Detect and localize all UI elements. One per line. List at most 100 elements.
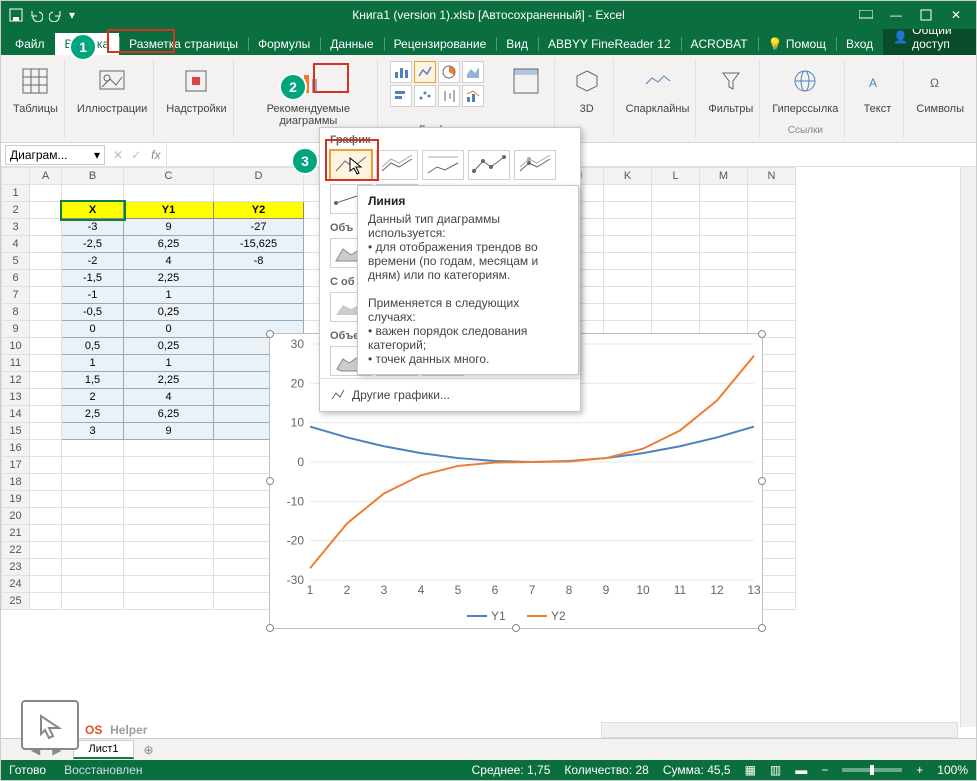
fx-icon[interactable]: fx — [151, 148, 160, 162]
col-header[interactable]: L — [652, 168, 700, 185]
row-header[interactable]: 4 — [2, 236, 30, 253]
zoom-out-icon[interactable]: − — [821, 763, 828, 777]
col-header[interactable]: B — [62, 168, 124, 185]
cell[interactable] — [30, 508, 62, 525]
zoom-level[interactable]: 100% — [937, 763, 968, 777]
cell[interactable] — [652, 304, 700, 321]
cell[interactable] — [30, 542, 62, 559]
cell[interactable] — [124, 457, 214, 474]
cell[interactable] — [652, 202, 700, 219]
cell[interactable]: 6,25 — [124, 236, 214, 253]
tab-view[interactable]: Вид — [496, 33, 538, 55]
pie-chart-icon[interactable] — [438, 61, 460, 83]
tab-formulas[interactable]: Формулы — [248, 33, 320, 55]
row-header[interactable]: 25 — [2, 593, 30, 610]
name-box[interactable]: Диаграм...▾ — [5, 145, 105, 165]
cell[interactable] — [30, 457, 62, 474]
cell[interactable] — [62, 542, 124, 559]
cell[interactable] — [748, 202, 796, 219]
view-page-icon[interactable]: ▥ — [770, 763, 781, 777]
tab-review[interactable]: Рецензирование — [384, 33, 497, 55]
cell[interactable] — [62, 525, 124, 542]
cell[interactable] — [604, 287, 652, 304]
cell[interactable] — [30, 321, 62, 338]
cell[interactable]: 0 — [62, 321, 124, 338]
cell[interactable]: -1 — [62, 287, 124, 304]
cell[interactable] — [62, 576, 124, 593]
cell[interactable] — [214, 304, 304, 321]
cell[interactable] — [30, 474, 62, 491]
cell[interactable] — [700, 304, 748, 321]
cell[interactable] — [604, 236, 652, 253]
cell[interactable] — [700, 236, 748, 253]
cell[interactable] — [30, 406, 62, 423]
cell[interactable]: 1,5 — [62, 372, 124, 389]
ribbon-options-icon[interactable] — [852, 1, 880, 29]
cell[interactable] — [214, 270, 304, 287]
cell[interactable] — [30, 559, 62, 576]
tab-tellme[interactable]: 💡 Помощ — [758, 33, 836, 55]
cell[interactable]: 9 — [124, 219, 214, 236]
cell[interactable] — [30, 202, 62, 219]
cell[interactable] — [124, 576, 214, 593]
cell[interactable] — [700, 270, 748, 287]
cell[interactable] — [62, 474, 124, 491]
row-header[interactable]: 8 — [2, 304, 30, 321]
cell[interactable] — [700, 185, 748, 202]
cell[interactable] — [30, 287, 62, 304]
cell[interactable] — [124, 559, 214, 576]
cell[interactable] — [62, 508, 124, 525]
row-header[interactable]: 7 — [2, 287, 30, 304]
row-header[interactable]: 3 — [2, 219, 30, 236]
cell[interactable] — [700, 202, 748, 219]
tab-acrobat[interactable]: ACROBAT — [681, 33, 758, 55]
row-header[interactable]: 16 — [2, 440, 30, 457]
cell[interactable]: 4 — [124, 389, 214, 406]
cell[interactable] — [62, 440, 124, 457]
cell[interactable] — [62, 457, 124, 474]
cell[interactable] — [604, 185, 652, 202]
cell[interactable]: 0 — [124, 321, 214, 338]
cell[interactable] — [30, 304, 62, 321]
cancel-icon[interactable]: ✕ — [113, 148, 123, 162]
cell[interactable]: 2,5 — [62, 406, 124, 423]
cell[interactable]: 2,25 — [124, 270, 214, 287]
zoom-slider[interactable] — [842, 768, 902, 772]
cell[interactable] — [748, 219, 796, 236]
cell[interactable] — [124, 525, 214, 542]
cell[interactable] — [748, 304, 796, 321]
line-100-thumb[interactable] — [422, 150, 464, 180]
cell[interactable] — [30, 253, 62, 270]
cell[interactable] — [30, 236, 62, 253]
zoom-in-icon[interactable]: + — [916, 763, 923, 777]
cell[interactable]: 6,25 — [124, 406, 214, 423]
cell[interactable] — [30, 372, 62, 389]
cell[interactable] — [30, 423, 62, 440]
row-header[interactable]: 14 — [2, 406, 30, 423]
cell[interactable] — [748, 287, 796, 304]
cell[interactable] — [604, 202, 652, 219]
minimize-icon[interactable]: — — [882, 1, 910, 29]
cell[interactable]: -8 — [214, 253, 304, 270]
row-header[interactable]: 13 — [2, 389, 30, 406]
cell[interactable] — [700, 287, 748, 304]
cell[interactable] — [652, 219, 700, 236]
save-icon[interactable] — [9, 8, 23, 22]
area-chart-icon[interactable] — [462, 61, 484, 83]
cell[interactable]: 0,25 — [124, 304, 214, 321]
line-markers-thumb[interactable] — [468, 150, 510, 180]
cell[interactable] — [652, 236, 700, 253]
qa-dropdown-icon[interactable]: ▾ — [69, 8, 83, 22]
cell[interactable] — [748, 185, 796, 202]
more-charts[interactable]: Другие графики... — [320, 378, 580, 411]
row-header[interactable]: 15 — [2, 423, 30, 440]
combo-chart-icon[interactable] — [462, 85, 484, 107]
cell[interactable] — [604, 219, 652, 236]
cell[interactable]: 2 — [62, 389, 124, 406]
row-header[interactable]: 17 — [2, 457, 30, 474]
scatter-chart-icon[interactable] — [414, 85, 436, 107]
cell[interactable] — [748, 236, 796, 253]
row-header[interactable]: 12 — [2, 372, 30, 389]
row-header[interactable]: 21 — [2, 525, 30, 542]
col-header[interactable]: M — [700, 168, 748, 185]
